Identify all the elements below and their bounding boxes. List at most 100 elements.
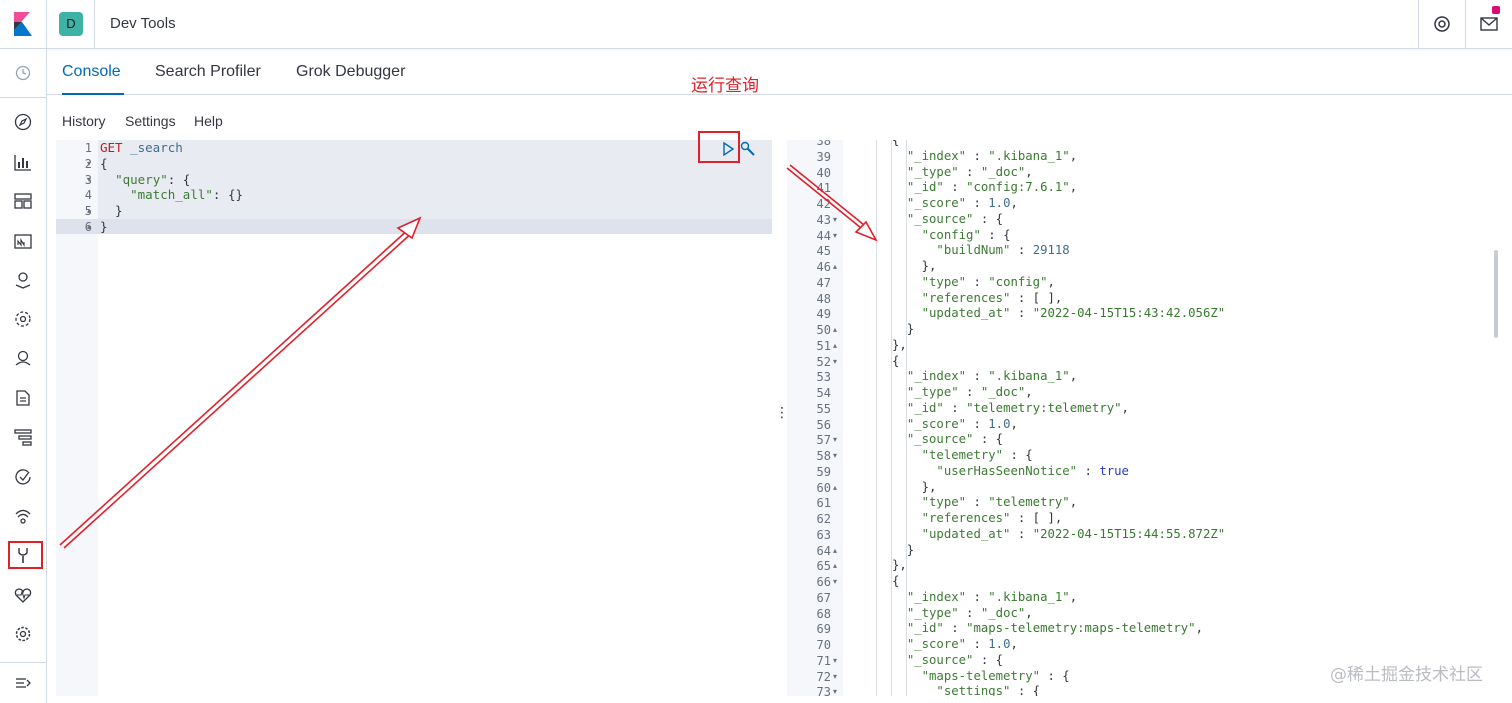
settings-link[interactable]: Settings [125,113,176,129]
output-line: 54 "_type" : "_doc", [787,385,1487,401]
tab-console[interactable]: Console [62,63,121,81]
fold-toggle-icon[interactable]: ▾ [833,684,837,696]
output-scrollbar[interactable] [1494,250,1498,338]
space-selector[interactable]: D [47,0,95,48]
tab-grok-debugger[interactable]: Grok Debugger [296,63,405,81]
output-line-number: 59 [816,464,831,479]
fold-toggle-icon[interactable]: ▾ [833,669,837,685]
apm-icon[interactable] [13,427,33,447]
output-code: "references" : [ ], [892,511,1063,527]
run-button-highlight [698,131,740,163]
mail-icon [1480,17,1498,31]
output-code: "config" : { [892,227,1011,244]
code-token: "config" [921,227,981,242]
code-token: "_doc" [980,605,1026,620]
code-token: "_score" [906,416,967,431]
dock-icon[interactable] [13,673,33,693]
code-token: 1.0 [988,637,1011,651]
fold-toggle-icon[interactable]: ▾ [833,354,837,370]
fold-toggle-icon[interactable]: ▴ [833,259,837,275]
infra-icon[interactable] [13,348,33,368]
pane-resizer[interactable]: ⋮ [775,405,789,421]
code-token: "userHasSeenNotice" [936,463,1078,478]
settings-icon[interactable] [13,624,33,644]
request-editor[interactable]: 1 2 ▾ 3 ▾ 4 5 ▴ 6 ▴ GET _search{ "query": { "matc… [56,140,772,696]
code-token: : [958,605,981,620]
fold-toggle-icon[interactable]: ▾ [833,448,837,464]
code-token: "settings" [936,684,1011,696]
code-token: : [ ], [1010,511,1063,525]
monitoring-icon[interactable] [13,585,33,605]
help-button[interactable] [1418,0,1465,48]
code-token: : [1010,243,1033,258]
fold-toggle-icon[interactable]: ▾ [833,653,837,669]
output-line: 47 "type" : "config", [787,275,1487,291]
uptime-icon[interactable] [13,467,33,487]
output-line-number: 57 [816,433,831,448]
tabs-bar [47,49,1512,95]
maps-icon[interactable] [13,270,33,290]
fold-toggle-icon[interactable]: ▾ [87,156,91,171]
fold-toggle-icon[interactable]: ▾ [833,574,837,590]
output-line-number: 41 [816,181,831,196]
watermark: @稀土掘金技术社区 [1330,665,1483,685]
output-line: 49 "updated_at" : "2022-04-15T15:43:42.0… [787,306,1487,322]
notifications-button[interactable] [1465,0,1512,48]
output-code: "references" : [ ], [892,291,1063,307]
code-token: ".kibana_1" [988,589,1070,604]
output-code: "_source" : { [892,432,1003,448]
code-token: "_type" [906,605,959,620]
fold-toggle-icon[interactable]: ▾ [833,432,837,448]
fold-toggle-icon[interactable]: ▴ [833,480,837,496]
output-code: "_source" : { [892,212,1003,228]
logs-icon[interactable] [13,388,33,408]
code-token: : [966,196,989,210]
output-code: } [892,322,914,338]
code-token: "maps-telemetry" [921,668,1041,683]
history-link[interactable]: History [62,113,106,129]
kibana-logo[interactable] [0,0,47,48]
fold-toggle-icon[interactable]: ▾ [833,228,837,244]
fold-toggle-icon[interactable]: ▴ [833,558,837,574]
editor-code-line: GET _search [100,140,183,156]
fold-toggle-icon[interactable]: ▴ [833,543,837,559]
output-line-number: 40 [816,165,831,180]
output-line: 64 ▴ } [787,543,1487,559]
fold-toggle-icon[interactable]: ▾ [87,172,91,187]
response-output[interactable]: 38{39 "_index" : ".kibana_1", 40 "_type" … [787,140,1512,696]
output-code: "_score" : 1.0, [892,196,1018,212]
dashboard-icon[interactable] [13,191,33,211]
ml-icon[interactable] [13,309,33,329]
request-options-button[interactable] [739,140,757,158]
code-token: { [892,353,900,368]
fold-toggle-icon[interactable]: ▴ [833,338,837,354]
output-line: 44 ▾ "config" : { [787,228,1487,244]
code-token: : { [1003,448,1033,462]
visualize-icon[interactable] [13,152,33,172]
tab-search-profiler[interactable]: Search Profiler [155,63,261,81]
code-token: "_score" [906,196,967,210]
fold-toggle-icon[interactable]: ▴ [833,322,837,338]
fold-toggle-icon[interactable]: ▴ [87,203,91,218]
clock-icon[interactable] [13,63,33,83]
compass-icon[interactable] [13,112,33,132]
output-code: "userHasSeenNotice" : true [892,464,1129,480]
canvas-icon[interactable] [13,231,33,251]
output-code: "_type" : "_doc", [892,385,1033,401]
editor-line-number: 1 [84,141,92,155]
output-line-number: 55 [816,401,831,416]
fold-toggle-icon[interactable]: ▴ [87,219,91,234]
siem-icon[interactable] [13,506,33,526]
output-line: 63 "updated_at" : "2022-04-15T15:44:55.8… [787,527,1487,543]
output-line-number: 46 [816,260,831,274]
fold-toggle-icon[interactable]: ▾ [833,212,837,228]
help-link[interactable]: Help [194,113,223,129]
kibana-logo-icon [14,12,32,36]
